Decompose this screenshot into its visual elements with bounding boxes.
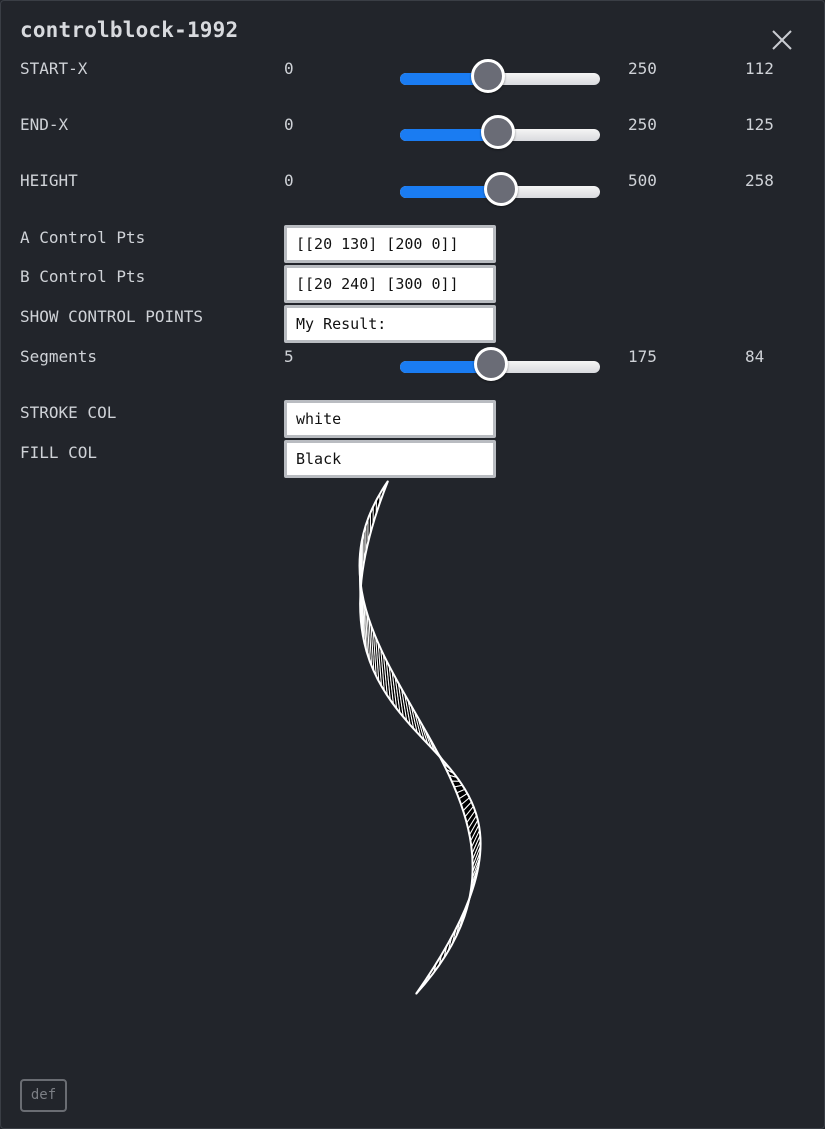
ribbon-curve-a (358, 480, 474, 995)
ribbon-curve-b (359, 480, 482, 995)
def-button[interactable]: def (20, 1079, 67, 1112)
control-panel: controlblock-1992 START-X 0 250 112 END-… (0, 0, 825, 1129)
ribbon-drawing (358, 480, 482, 995)
